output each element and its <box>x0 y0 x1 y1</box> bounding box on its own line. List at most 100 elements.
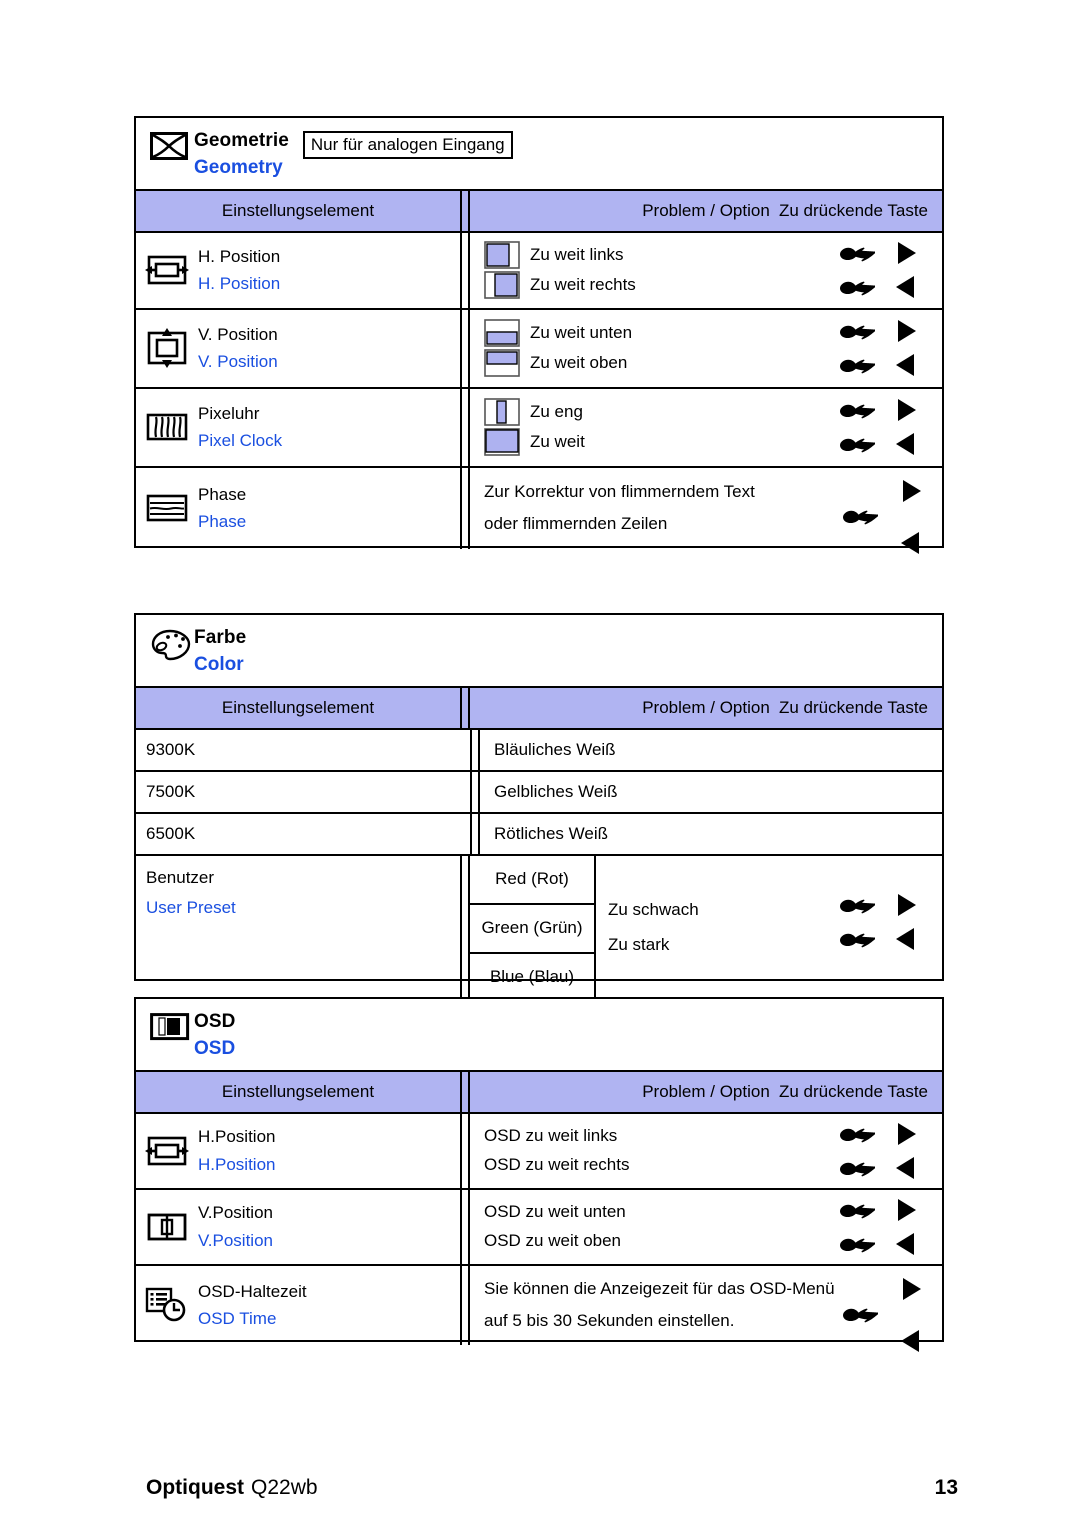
option-text: OSD zu weit rechts <box>484 1155 630 1175</box>
row-label-en: OSD Time <box>198 1309 277 1329</box>
key-hints <box>832 882 936 962</box>
column-header-key: Zu drückende Taste <box>779 1081 928 1101</box>
color-temp-description: Bläuliches Weiß <box>494 739 616 759</box>
row-label-de: H. Position <box>198 246 281 266</box>
key-hints <box>832 1114 936 1188</box>
geometry-section-header: Geometrie Geometry Nur für analogen Eing… <box>136 118 942 191</box>
user-preset-row: Benutzer User Preset Red (Rot) Green (Gr… <box>136 855 942 1001</box>
column-divider <box>460 687 470 728</box>
brand-line: Optiquest Q22wb <box>146 1476 318 1500</box>
swatch-box-right-filled <box>484 271 530 299</box>
pointing-hand-icon <box>832 353 884 377</box>
row-label-en: V.Position <box>198 1230 273 1250</box>
h-position-icon <box>136 253 198 287</box>
column-divider <box>470 813 480 854</box>
palette-icon <box>150 627 194 661</box>
table-row: H.Position H.Position OSD zu weit links … <box>136 1113 942 1190</box>
column-header-key: Zu drückende Taste <box>779 697 928 717</box>
option-text: Zu weit <box>530 432 585 452</box>
row-label-en: H.Position <box>198 1154 276 1174</box>
analog-input-note: Nur für analogen Eingang <box>302 131 513 160</box>
row-label-de: Pixeluhr <box>198 403 260 423</box>
key-hints <box>832 233 936 308</box>
triangle-right-icon <box>900 1276 922 1302</box>
osd-h-position-icon <box>136 1134 198 1168</box>
key-hints <box>832 310 936 387</box>
triangle-right-icon <box>884 240 928 266</box>
swatch-box-narrow-filled <box>484 398 530 426</box>
v-position-icon <box>136 328 198 369</box>
row-label-en: H. Position <box>198 274 281 294</box>
column-divider <box>460 190 470 231</box>
triangle-right-icon <box>884 397 928 423</box>
column-divider <box>470 771 480 812</box>
option-text: OSD zu weit links <box>484 1126 618 1146</box>
rgb-channel-blue: Blue (Blau) <box>489 967 575 987</box>
pointing-hand-icon <box>832 398 884 422</box>
column-divider <box>460 1113 470 1188</box>
osd-v-position-icon <box>136 1211 198 1243</box>
page-number: 13 <box>934 1476 958 1499</box>
pointing-hand-icon <box>832 241 884 265</box>
pointing-hand-icon <box>832 432 884 456</box>
row-label-de: H.Position <box>198 1127 276 1147</box>
color-temp-description: Gelbliches Weiß <box>494 781 618 801</box>
option-text: Zu weit oben <box>530 353 628 373</box>
pointing-hand-icon <box>832 1198 884 1222</box>
key-hints <box>832 1266 936 1352</box>
key-hints <box>832 389 936 466</box>
swatch-box-wide-filled <box>484 428 530 456</box>
osd-title-en: OSD <box>194 1037 236 1059</box>
swatch-box-left-filled <box>484 241 530 270</box>
phase-icon <box>136 492 198 524</box>
rgb-channel-column: Red (Rot) Green (Grün) Blue (Blau) <box>470 855 596 1001</box>
column-divider <box>460 467 470 549</box>
pointing-hand-icon <box>832 1122 884 1146</box>
pointing-hand-icon <box>832 319 884 343</box>
row-label-de: Benutzer <box>146 867 215 887</box>
color-temp-label: 9300K <box>146 739 196 759</box>
column-header-setting: Einstellungselement <box>221 200 375 220</box>
row-label-en: V. Position <box>198 352 278 372</box>
table-row: 6500K Rötliches Weiß <box>136 813 942 856</box>
table-row: V. Position V. Position Zu weit unten Zu… <box>136 309 942 389</box>
pointing-hand-icon <box>832 927 884 951</box>
osd-time-icon <box>136 1286 198 1324</box>
triangle-right-icon <box>884 1197 928 1223</box>
table-row: 9300K Bläuliches Weiß <box>136 729 942 772</box>
osd-title-de: OSD <box>194 1011 236 1032</box>
osd-icon <box>150 1011 194 1041</box>
pointing-hand-icon <box>842 504 880 528</box>
osd-section-header: OSD OSD <box>136 999 942 1072</box>
row-label-de: OSD-Haltezeit <box>198 1281 307 1301</box>
triangle-left-icon <box>884 274 928 300</box>
table-row: H. Position H. Position Zu weit links Zu… <box>136 232 942 310</box>
table-row: Pixeluhr Pixel Clock Zu eng Zu weit <box>136 388 942 468</box>
row-label-de: V. Position <box>198 324 278 344</box>
row-label-en: User Preset <box>146 897 236 917</box>
table-row: OSD-Haltezeit OSD Time Sie können die An… <box>136 1265 942 1352</box>
column-header-setting: Einstellungselement <box>221 697 375 717</box>
option-text: OSD zu weit oben <box>484 1231 622 1251</box>
pointing-hand-icon <box>842 1302 880 1326</box>
column-divider <box>460 309 470 387</box>
pixel-clock-icon <box>136 411 198 443</box>
color-temp-description: Rötliches Weiß <box>494 823 608 843</box>
column-header-setting: Einstellungselement <box>221 1081 375 1101</box>
column-divider <box>460 1265 470 1345</box>
triangle-left-icon <box>900 1328 922 1354</box>
triangle-left-icon <box>884 352 928 378</box>
column-header-key: Zu drückende Taste <box>779 200 928 220</box>
option-text: Zu weit rechts <box>530 274 636 294</box>
color-table: Farbe Color Einstellungselement Problem … <box>134 613 944 1001</box>
option-text: Zu weit unten <box>530 323 633 343</box>
triangle-right-icon <box>900 478 922 504</box>
pointing-hand-icon <box>832 893 884 917</box>
option-text: Zu eng <box>530 402 583 422</box>
column-divider <box>470 729 480 770</box>
key-hints <box>832 468 936 554</box>
option-text: OSD zu weit unten <box>484 1202 626 1222</box>
color-title-en: Color <box>194 653 244 675</box>
triangle-right-icon <box>884 892 928 918</box>
row-label-en: Pixel Clock <box>198 431 283 451</box>
